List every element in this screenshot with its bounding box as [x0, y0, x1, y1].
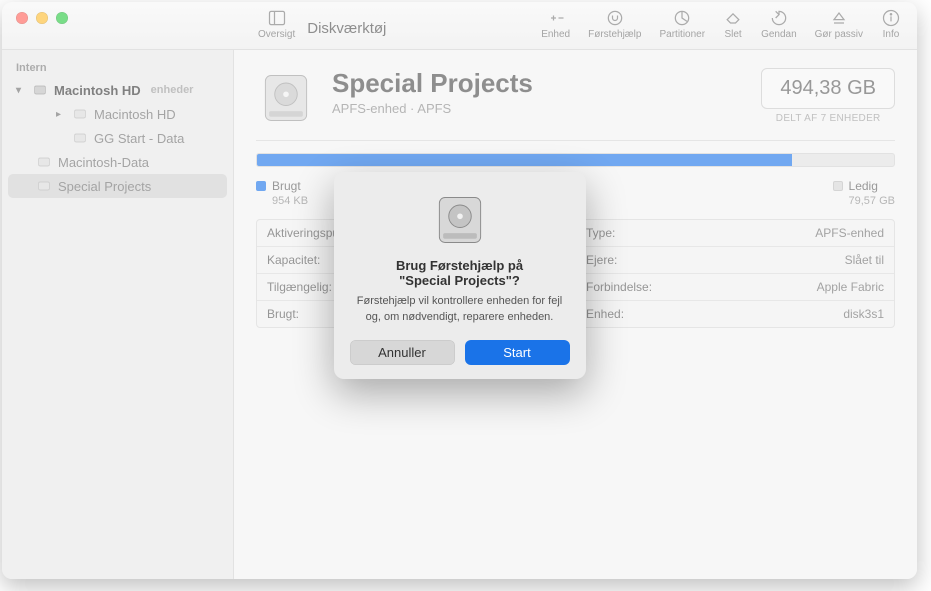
dialog-message: Førstehjælp vil kontrollere enheden for …: [350, 294, 570, 326]
start-button[interactable]: Start: [465, 340, 570, 365]
dialog-title-line1: Brug Førstehjælp på: [396, 258, 523, 273]
firstaid-dialog: Brug Førstehjælp på "Special Projects"? …: [334, 172, 586, 379]
cancel-button[interactable]: Annuller: [350, 340, 455, 365]
dialog-title: Brug Førstehjælp på "Special Projects"?: [350, 258, 570, 288]
modal-overlay: Brug Førstehjælp på "Special Projects"? …: [2, 2, 917, 579]
dialog-title-line2: "Special Projects"?: [399, 273, 520, 288]
dialog-disk-icon: [430, 190, 490, 250]
dialog-buttons: Annuller Start: [350, 340, 570, 365]
app-window: Oversigt Diskværktøj Enhed Førstehjælp P…: [2, 2, 917, 579]
